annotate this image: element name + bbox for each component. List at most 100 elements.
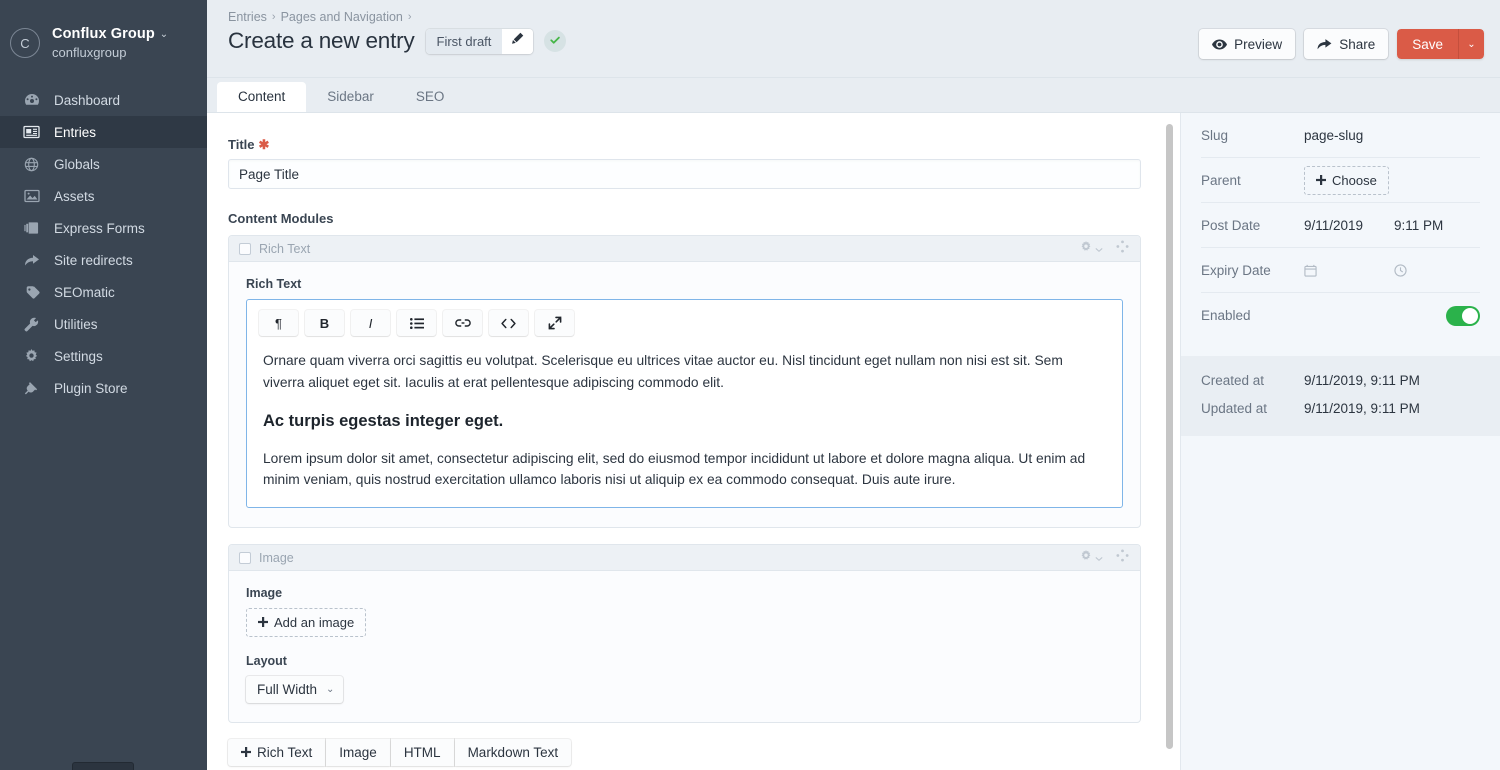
edit-draft-button[interactable] <box>502 28 534 54</box>
sidebar-item-entries[interactable]: Entries <box>0 116 207 148</box>
rich-text-editor[interactable]: ¶ B I Ornare quam viverra orci sagittis … <box>246 299 1123 509</box>
rich-text-content[interactable]: Ornare quam viverra orci sagittis eu vol… <box>247 336 1122 507</box>
chevron-down-icon <box>1095 240 1103 258</box>
updated-at-label: Updated at <box>1201 401 1268 416</box>
add-block-markdown-text-button[interactable]: Markdown Text <box>454 739 572 767</box>
gear-icon <box>1080 549 1092 567</box>
breadcrumb-pages-and-navigation[interactable]: Pages and Navigation <box>281 10 403 24</box>
drag-handle-icon[interactable] <box>1116 549 1129 567</box>
meta-value-slug[interactable]: page-slug <box>1304 128 1480 143</box>
block-select-checkbox[interactable] <box>239 551 251 564</box>
app-root: C Conflux Group ⌄ confluxgroup Dashboard… <box>0 0 1500 770</box>
choose-parent-button[interactable]: Choose <box>1304 165 1389 195</box>
add-block-rich-text-button[interactable]: Rich Text <box>228 739 326 767</box>
global-sidebar: C Conflux Group ⌄ confluxgroup Dashboard… <box>0 0 207 770</box>
sidebar-item-dashboard[interactable]: Dashboard <box>0 84 207 116</box>
italic-label: I <box>368 315 373 331</box>
entry-meta-pane: Slug page-slug Parent Choose Post Date 9… <box>1180 113 1500 770</box>
check-icon <box>549 34 561 49</box>
brand-name[interactable]: Conflux Group ⌄ <box>52 25 168 43</box>
sidebar-item-seomatic[interactable]: SEOmatic <box>0 276 207 308</box>
save-button[interactable]: Save <box>1397 29 1458 59</box>
sidebar-item-globals[interactable]: Globals <box>0 148 207 180</box>
sidebar-item-express-forms[interactable]: Express Forms <box>0 212 207 244</box>
breadcrumb-entries[interactable]: Entries <box>228 10 267 24</box>
content-scrollbar[interactable] <box>1166 121 1174 762</box>
tab-bar: Content Sidebar SEO <box>207 78 1500 113</box>
preview-button[interactable]: Preview <box>1199 29 1296 59</box>
block-settings-button[interactable] <box>1080 549 1103 567</box>
paragraph-icon[interactable]: ¶ <box>259 310 298 336</box>
sidebar-item-label: Utilities <box>54 316 98 332</box>
post-time-input[interactable]: 9:11 PM <box>1394 218 1443 233</box>
meta-row-expiry-date: Expiry Date <box>1201 248 1480 293</box>
page-title: Create a new entry <box>228 28 415 53</box>
sidebar-item-utilities[interactable]: Utilities <box>0 308 207 340</box>
add-block-buttons: Rich Text Image HTML Markdown Text <box>228 739 1140 767</box>
sidebar-item-label: Plugin Store <box>54 380 128 396</box>
add-block-html-button[interactable]: HTML <box>390 739 454 767</box>
created-at-label: Created at <box>1201 373 1265 388</box>
layout-field-label: Layout <box>246 654 287 669</box>
wrench-icon <box>22 316 41 332</box>
tab-content[interactable]: Content <box>217 81 307 112</box>
sidebar-footer-widget[interactable] <box>72 762 134 770</box>
save-button-group: Save ⌄ <box>1397 29 1484 59</box>
meta-key-enabled: Enabled <box>1201 308 1251 323</box>
clock-icon <box>1394 263 1407 277</box>
bold-icon[interactable]: B <box>305 310 344 336</box>
chevron-down-icon: ⌄ <box>159 29 169 41</box>
rich-text-heading: Ac turpis egestas integer eget. <box>263 411 504 430</box>
scrollbar-thumb[interactable] <box>1166 124 1173 749</box>
draft-selector[interactable]: First draft <box>425 28 503 54</box>
share-arrow-icon <box>1317 38 1332 50</box>
sidebar-item-label: Express Forms <box>54 220 145 236</box>
code-icon[interactable] <box>489 310 528 336</box>
sidebar-item-settings[interactable]: Settings <box>0 340 207 372</box>
entry-timestamps: Created at 9/11/2019, 9:11 PM Updated at… <box>1181 356 1500 436</box>
avatar: C <box>10 28 40 58</box>
share-button-label: Share <box>1339 36 1376 52</box>
italic-icon[interactable]: I <box>351 310 390 336</box>
draft-controls: First draft <box>425 28 534 54</box>
sidebar-item-site-redirects[interactable]: Site redirects <box>0 244 207 276</box>
globe-icon <box>22 156 41 172</box>
block-settings-button[interactable] <box>1080 240 1103 258</box>
add-block-image-button[interactable]: Image <box>326 739 390 767</box>
link-icon[interactable] <box>443 310 482 336</box>
tab-seo[interactable]: SEO <box>395 82 466 113</box>
meta-row-post-date: Post Date 9/11/2019 9:11 PM <box>1201 203 1480 248</box>
drag-handle-icon[interactable] <box>1116 239 1129 258</box>
post-date-input[interactable]: 9/11/2019 <box>1304 218 1394 233</box>
sidebar-item-assets[interactable]: Assets <box>0 180 207 212</box>
chevron-down-icon: ⌄ <box>1467 38 1476 50</box>
save-options-button[interactable]: ⌄ <box>1458 29 1484 59</box>
add-an-image-button[interactable]: Add an image <box>246 608 367 638</box>
title-input[interactable] <box>228 159 1141 189</box>
expand-icon[interactable] <box>535 310 574 336</box>
created-at-value: 9/11/2019, 9:11 PM <box>1304 373 1420 388</box>
sidebar-item-label: Globals <box>54 156 100 172</box>
expiry-time-input[interactable] <box>1394 263 1407 277</box>
layout-select[interactable]: Full Width ⌄ <box>246 676 344 704</box>
preview-button-label: Preview <box>1234 36 1283 52</box>
saved-status-badge <box>544 30 567 52</box>
updated-at-row: Updated at 9/11/2019, 9:11 PM <box>1201 401 1480 416</box>
tag-icon <box>22 284 41 300</box>
sidebar-item-label: Entries <box>54 124 97 140</box>
add-an-image-label: Add an image <box>274 615 355 631</box>
enabled-toggle[interactable] <box>1446 305 1480 326</box>
brand-switcher[interactable]: C Conflux Group ⌄ confluxgroup <box>0 0 207 72</box>
meta-key-parent: Parent <box>1201 172 1241 188</box>
toggle-knob <box>1462 307 1478 324</box>
gauge-icon <box>22 92 41 108</box>
editor-toolbar: ¶ B I <box>247 300 1122 336</box>
share-button[interactable]: Share <box>1304 29 1389 59</box>
tab-sidebar[interactable]: Sidebar <box>306 82 395 113</box>
expiry-date-input[interactable] <box>1304 264 1394 277</box>
bullet-list-icon[interactable] <box>397 310 436 336</box>
block-select-checkbox[interactable] <box>239 242 251 255</box>
gear-icon <box>22 348 41 364</box>
sidebar-item-plugin-store[interactable]: Plugin Store <box>0 372 207 404</box>
plus-icon <box>241 745 251 760</box>
